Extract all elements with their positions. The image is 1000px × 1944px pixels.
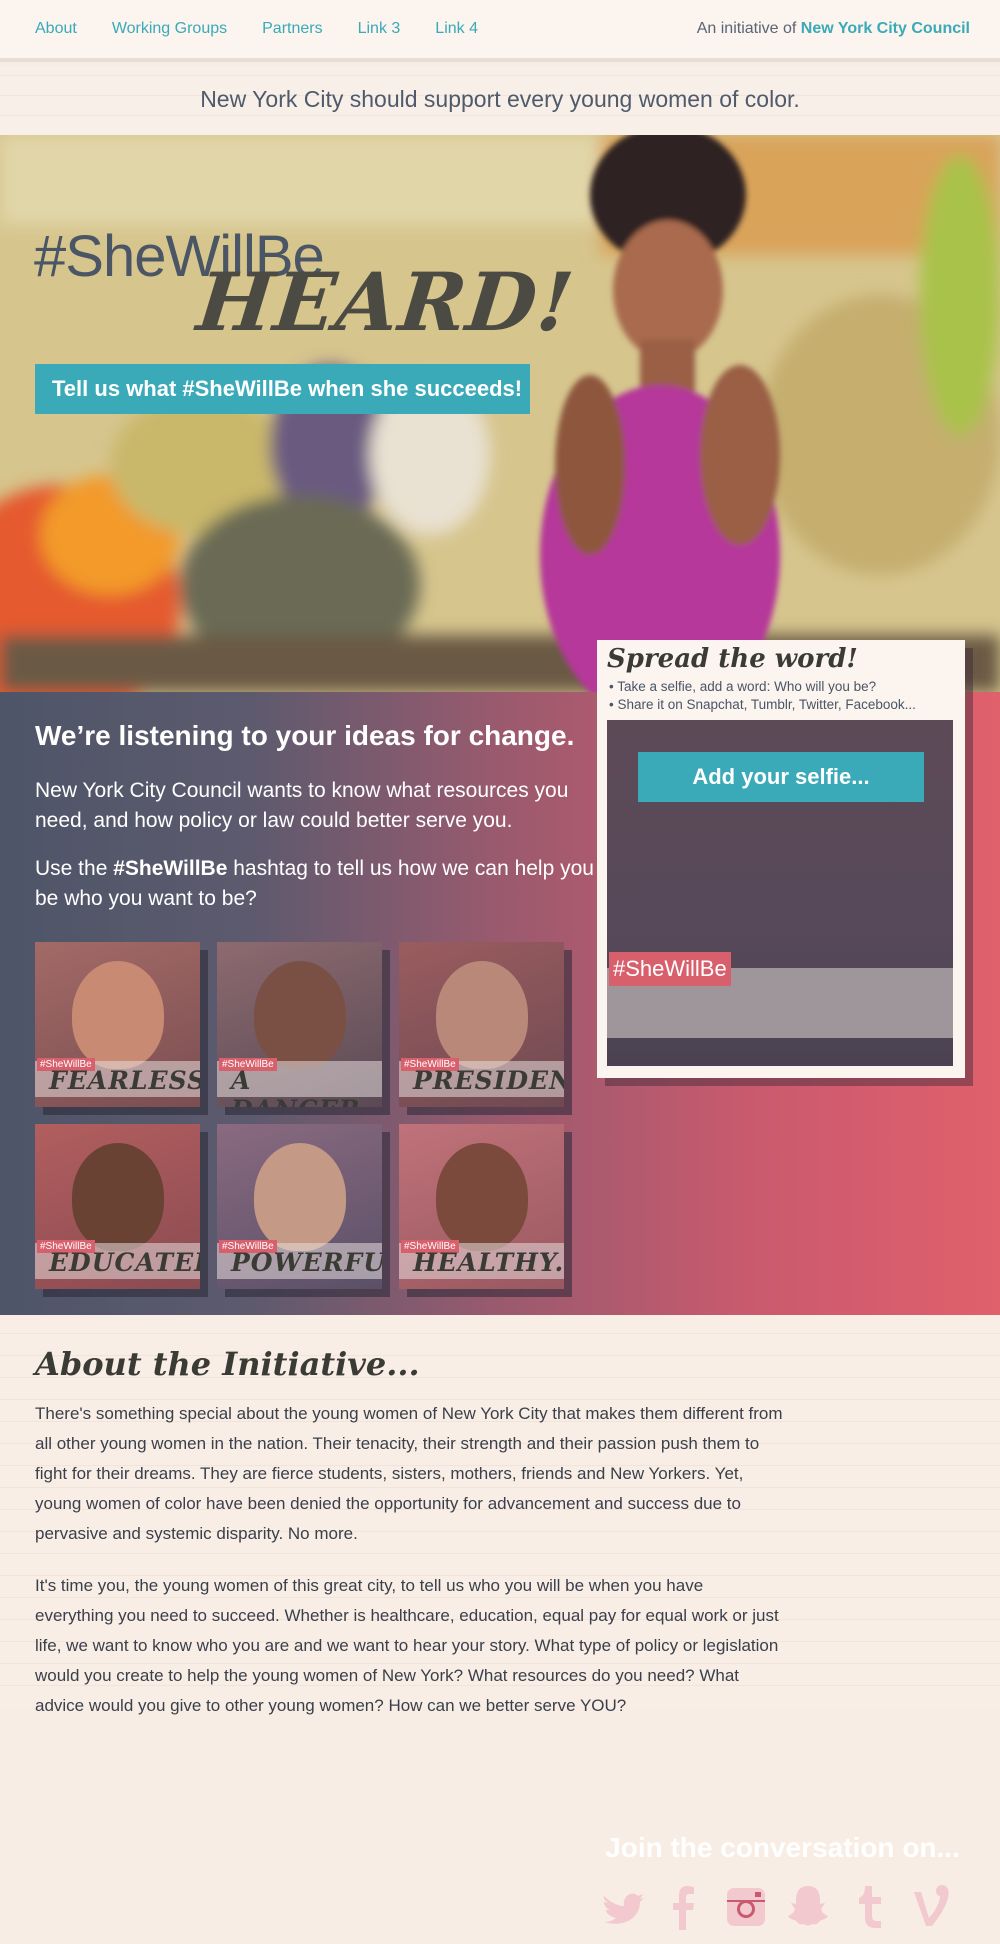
selfie-photo <box>71 960 164 1069</box>
facebook-icon[interactable] <box>662 1882 706 1932</box>
spread-heading: Spread the word! <box>607 644 858 674</box>
about-section: About the Initiative... There's somethin… <box>0 1315 1000 1715</box>
spread-instructions: • Take a selfie, add a word: Who will yo… <box>609 678 916 714</box>
tile-word: EDUCATED <box>49 1248 200 1277</box>
spread-bullet: • Take a selfie, add a word: Who will yo… <box>609 679 877 694</box>
selfie-photo <box>71 1142 164 1251</box>
listening-heading: We’re listening to your ideas for change… <box>35 720 575 751</box>
selfie-photo <box>435 960 528 1069</box>
about-paragraph-2: It's time you, the young women of this g… <box>35 1576 779 1715</box>
selfie-tile[interactable]: #SheWillBe A DANCER <box>217 942 382 1107</box>
about-heading: About the Initiative... <box>35 1345 420 1383</box>
nav-link-3[interactable]: Link 3 <box>358 20 401 38</box>
add-selfie-button[interactable]: Add your selfie... <box>638 752 924 802</box>
para2-hashtag: #SheWillBe <box>113 857 228 880</box>
selfie-tile[interactable]: #SheWillBe FEARLESS <box>35 942 200 1107</box>
vine-icon[interactable] <box>910 1882 954 1932</box>
selfie-tile[interactable]: #SheWillBe POWERFUL <box>217 1124 382 1289</box>
selfie-photo <box>253 960 346 1069</box>
snapchat-icon[interactable] <box>786 1882 830 1932</box>
nav-link-about[interactable]: About <box>35 20 77 38</box>
listening-paragraph-2: Use the #SheWillBe hashtag to tell us ho… <box>35 854 595 914</box>
spread-the-word-card: Spread the word! • Take a selfie, add a … <box>597 640 965 1078</box>
hero-cta-button[interactable]: Tell us what #SheWillBe when she succeed… <box>35 364 530 414</box>
listening-copy: We’re listening to your ideas for change… <box>35 720 595 932</box>
selfie-tile[interactable]: #SheWillBe PRESIDENT <box>399 942 564 1107</box>
selfie-photo <box>435 1142 528 1251</box>
para2-before: Use the <box>35 857 114 880</box>
nav-links: About Working Groups Partners Link 3 Lin… <box>35 20 513 38</box>
initiative-prefix: An initiative of <box>696 20 797 37</box>
twitter-icon[interactable] <box>600 1882 644 1932</box>
tile-word: FEARLESS <box>49 1066 200 1095</box>
tile-word: HEALTHY. <box>413 1248 564 1277</box>
hero-banner: #SheWillBe HEARD! Tell us what #SheWillB… <box>0 135 1000 692</box>
spread-bullet: • Share it on Snapchat, Tumblr, Twitter,… <box>609 697 916 712</box>
join-conversation-heading: Join the conversation on... <box>605 1832 960 1863</box>
selfie-photo <box>253 1142 346 1251</box>
site-tagline: New York City should support every young… <box>0 66 1000 135</box>
initiative-org-link[interactable]: New York City Council <box>801 20 970 37</box>
nav-link-partners[interactable]: Partners <box>262 20 322 38</box>
tumblr-icon[interactable] <box>848 1882 892 1932</box>
social-icons <box>600 1882 954 1932</box>
nav-link-4[interactable]: Link 4 <box>435 20 478 38</box>
nav-link-working-groups[interactable]: Working Groups <box>112 20 227 38</box>
listening-paragraph-1: New York City Council wants to know what… <box>35 779 569 832</box>
hero-title-heard: HEARD! <box>193 255 579 349</box>
tile-word: A DANCER <box>231 1066 360 1107</box>
about-paragraph-1: There's something special about the youn… <box>35 1404 783 1543</box>
selfie-tile[interactable]: #SheWillBe EDUCATED <box>35 1124 200 1289</box>
top-navigation: About Working Groups Partners Link 3 Lin… <box>0 0 1000 62</box>
selfie-frame: Add your selfie... #SheWillBe <box>607 720 953 1066</box>
initiative-credit: An initiative of New York City Council <box>697 20 970 38</box>
instagram-icon[interactable] <box>724 1882 768 1932</box>
tile-word: PRESIDENT <box>413 1066 564 1095</box>
tile-word: POWERFUL <box>231 1248 382 1277</box>
selfie-tile[interactable]: #SheWillBe HEALTHY. <box>399 1124 564 1289</box>
frame-hashtag: #SheWillBe <box>609 952 731 986</box>
